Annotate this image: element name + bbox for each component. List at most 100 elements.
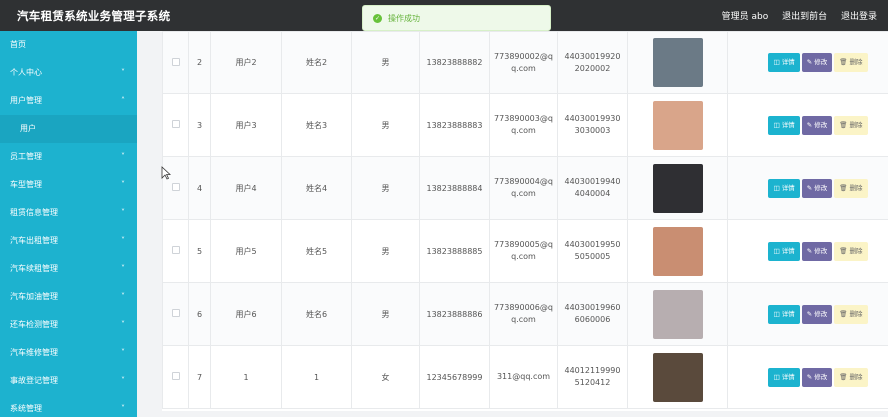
edit-button[interactable]: ✎ 修改 [801, 53, 833, 72]
idcard-text: 440300199505050005 [564, 240, 621, 261]
sidebar-item[interactable]: 租赁信息管理 ˅ [0, 199, 137, 227]
sidebar-item[interactable]: 汽车出租管理 ˅ [0, 227, 137, 255]
admin-label: 管理员 abo [721, 12, 769, 22]
name-cell: 姓名6 [281, 282, 352, 346]
row-checkbox[interactable] [171, 372, 180, 380]
detail-button[interactable]: ◫ 详情 [768, 178, 800, 198]
avatar[interactable] [652, 38, 703, 87]
edit-label: 修改 [814, 58, 828, 66]
delete-label: 删除 [849, 120, 863, 129]
sidebar-item-label: 用户 [20, 124, 36, 133]
sidebar-item[interactable]: 车型管理 ˅ [0, 171, 137, 199]
table-row: 3 用户3 姓名3 男 13823888883 773890003@qq.com 44030… [162, 93, 888, 157]
row-index: 4 [188, 156, 211, 220]
idcard-text: 440300199303030003 [564, 114, 621, 135]
detail-label: 详情 [781, 309, 795, 318]
email-text: 773890006@qq.com [494, 303, 553, 324]
edit-label: 修改 [814, 309, 828, 318]
chevron-down-icon: ˅ [121, 348, 125, 357]
sidebar-item[interactable]: 个人中心 ˅ [0, 59, 137, 87]
table-row: 7 1 1 女 12345678999 311@qq.com 440121199905120… [162, 345, 888, 409]
table-row: 2 用户2 姓名2 男 13823888882 773890002@qq.com 44030… [162, 31, 888, 94]
row-checkbox-cell [162, 93, 189, 157]
sidebar-item[interactable]: 汽车加油管理 ˅ [0, 283, 137, 311]
edit-button[interactable]: ✎ 修改 [801, 367, 833, 387]
delete-button[interactable]: 🗑 删除 [834, 241, 868, 261]
row-index: 3 [188, 93, 211, 157]
delete-button[interactable]: 🗑 删除 [834, 53, 868, 72]
detail-label: 详情 [781, 183, 795, 192]
idcard-cell: 440300199505050005 [557, 219, 628, 283]
account-cell: 用户5 [210, 219, 282, 283]
detail-button[interactable]: ◫ 详情 [768, 53, 800, 72]
delete-button[interactable]: 🗑 删除 [834, 367, 868, 387]
app-title: 汽车租赁系统业务管理子系统 [17, 9, 171, 23]
detail-label: 详情 [781, 372, 795, 381]
delete-button[interactable]: 🗑 删除 [834, 304, 868, 324]
edit-button[interactable]: ✎ 修改 [801, 115, 833, 135]
account-cell: 用户4 [210, 156, 282, 220]
delete-button[interactable]: 🗑 删除 [834, 115, 868, 135]
gender-cell: 男 [351, 282, 420, 346]
detail-button[interactable]: ◫ 详情 [768, 304, 800, 324]
phone-cell: 13823888885 [419, 219, 490, 283]
idcard-text: 440300199404040004 [564, 177, 621, 198]
sidebar-item[interactable]: 用户 [0, 115, 137, 143]
sidebar-item[interactable]: 员工管理 ˅ [0, 143, 137, 171]
row-checkbox-cell [162, 31, 189, 94]
idcard-text: 440121199905120412 [564, 366, 621, 387]
delete-button[interactable]: 🗑 删除 [834, 178, 868, 198]
sidebar-item[interactable]: 汽车续租管理 ˅ [0, 255, 137, 283]
avatar[interactable] [652, 100, 703, 150]
sidebar: 首页 个人中心 ˅ 用户管理 ˄ 用户 员工管理 ˅ 车型管理 ˅ 租赁信息管理 ˅ 汽车出租管理 ˅ 汽车… [0, 31, 137, 417]
actions-cell: ◫ 详情 ✎ 修改 🗑 删除 [727, 219, 888, 283]
avatar[interactable] [652, 352, 703, 402]
actions-cell: ◫ 详情 ✎ 修改 🗑 删除 [727, 156, 888, 220]
sidebar-item[interactable]: 事故登记管理 ˅ [0, 367, 137, 395]
logout-link[interactable]: 退出登录 [841, 12, 877, 22]
avatar[interactable] [652, 226, 703, 276]
phone-cell: 13823888883 [419, 93, 490, 157]
sidebar-item[interactable]: 首页 [0, 31, 137, 59]
row-checkbox[interactable] [171, 183, 180, 191]
phone-cell: 13823888886 [419, 282, 490, 346]
table-row: 5 用户5 姓名5 男 13823888885 773890005@qq.com 44030… [162, 219, 888, 283]
mouse-cursor-icon [161, 166, 171, 180]
chevron-down-icon: ˅ [121, 376, 125, 385]
back-to-front-link[interactable]: 退出到前台 [782, 12, 827, 22]
gender-cell: 男 [351, 93, 420, 157]
detail-button[interactable]: ◫ 详情 [768, 115, 800, 135]
sidebar-item[interactable]: 汽车维修管理 ˅ [0, 339, 137, 367]
edit-button[interactable]: ✎ 修改 [801, 241, 833, 261]
email-text: 311@qq.com [496, 372, 551, 381]
table-row: 4 用户4 姓名4 男 13823888884 773890004@qq.com 44030… [162, 156, 888, 220]
delete-label: 删除 [849, 372, 863, 381]
name-cell: 姓名2 [281, 31, 352, 94]
sidebar-item[interactable]: 系统管理 ˅ [0, 395, 137, 417]
chevron-down-icon: ˅ [121, 208, 125, 217]
edit-label: 修改 [814, 183, 828, 192]
detail-label: 详情 [781, 246, 795, 255]
detail-button[interactable]: ◫ 详情 [768, 241, 800, 261]
row-checkbox-cell [162, 345, 189, 409]
actions-cell: ◫ 详情 ✎ 修改 🗑 删除 [727, 31, 888, 94]
email-text: 773890004@qq.com [494, 177, 553, 198]
idcard-cell: 440300199606060006 [557, 282, 628, 346]
row-checkbox[interactable] [171, 309, 180, 317]
idcard-cell: 440300199404040004 [557, 156, 628, 220]
edit-button[interactable]: ✎ 修改 [801, 178, 833, 198]
actions-cell: ◫ 详情 ✎ 修改 🗑 删除 [727, 93, 888, 157]
row-checkbox[interactable] [171, 120, 180, 128]
sidebar-item[interactable]: 用户管理 ˄ [0, 87, 137, 115]
detail-button[interactable]: ◫ 详情 [768, 367, 800, 387]
row-checkbox[interactable] [171, 246, 180, 254]
edit-button[interactable]: ✎ 修改 [801, 304, 833, 324]
sidebar-item-label: 个人中心 [10, 68, 42, 77]
idcard-text: 440300199606060006 [564, 303, 621, 324]
avatar[interactable] [652, 163, 703, 213]
sidebar-item[interactable]: 还车检测管理 ˅ [0, 311, 137, 339]
avatar[interactable] [652, 289, 703, 339]
row-checkbox[interactable] [171, 57, 180, 66]
phone-cell: 13823888882 [419, 31, 490, 94]
delete-label: 删除 [849, 246, 863, 255]
